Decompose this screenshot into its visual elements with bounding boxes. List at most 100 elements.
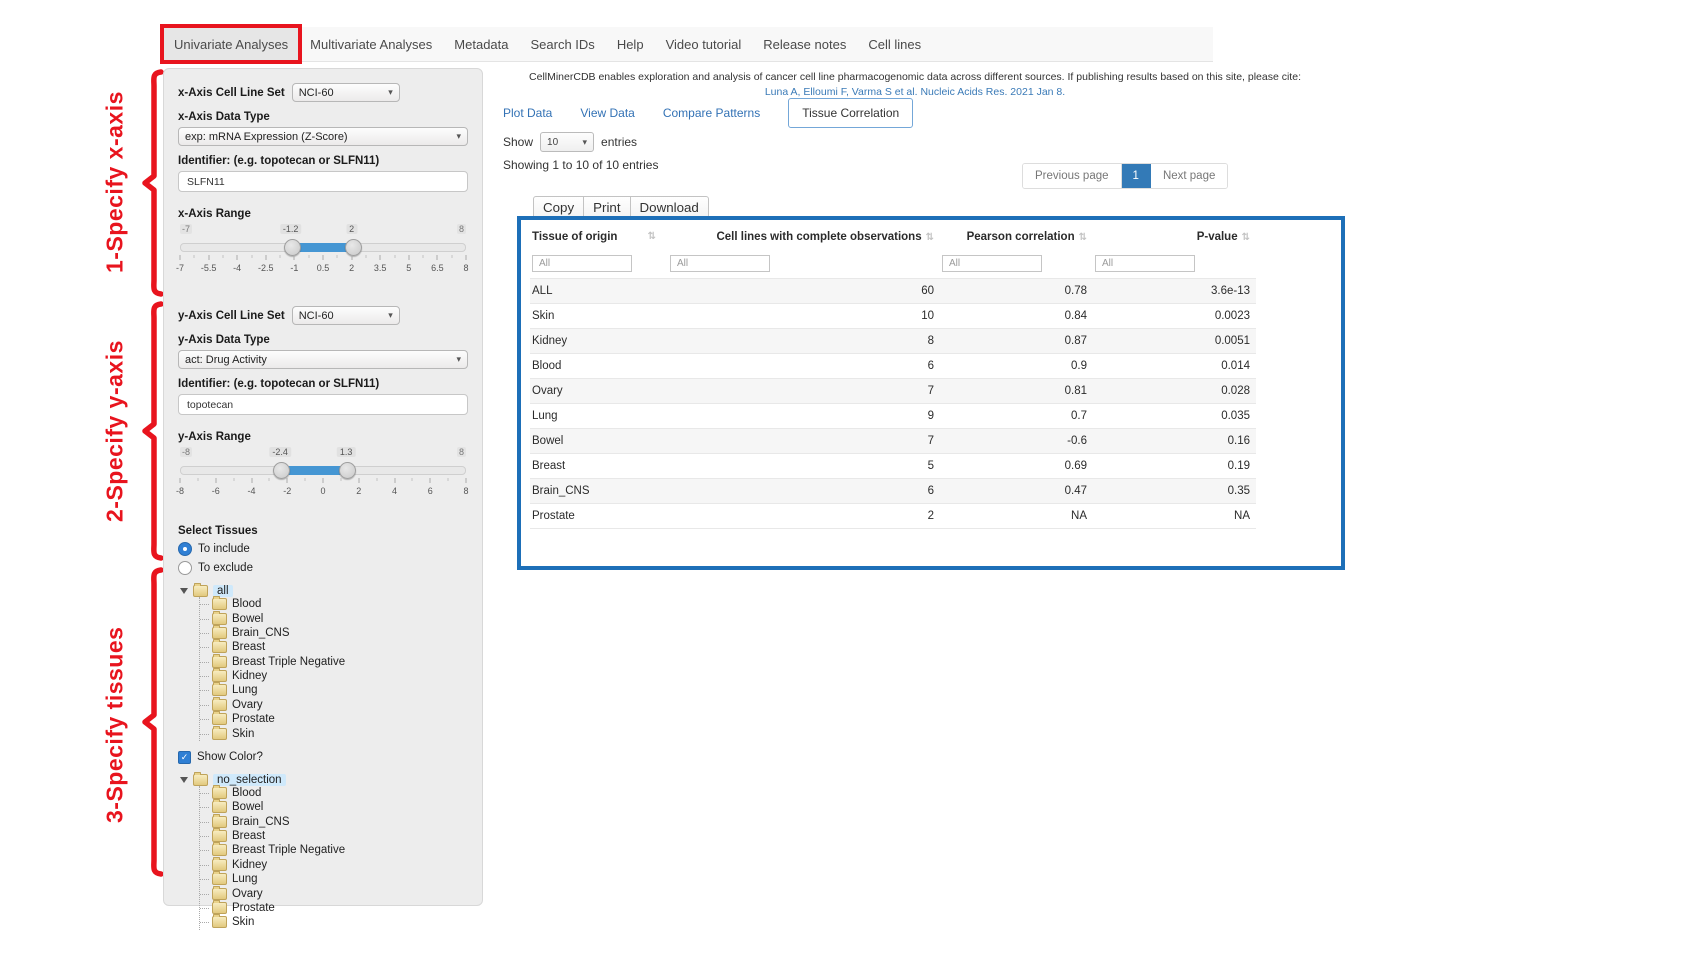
tab-plot-data[interactable]: Plot Data bbox=[503, 106, 552, 120]
cell-tissue-of-origin: Lung bbox=[530, 404, 668, 429]
show-entries-suffix: entries bbox=[601, 135, 637, 149]
tree-item-skin[interactable]: Skin bbox=[200, 726, 468, 740]
filter-input-p-value[interactable] bbox=[1095, 255, 1195, 272]
cell-pearson-correlation: NA bbox=[940, 504, 1093, 529]
table-row-brain-cns[interactable]: Brain_CNS60.470.35 bbox=[530, 479, 1256, 504]
filter-input-cell-lines-with-complete-observations[interactable] bbox=[670, 255, 770, 272]
radio-to-include-label: To include bbox=[198, 543, 250, 555]
radio-to-exclude[interactable]: To exclude bbox=[178, 561, 468, 575]
show-color-checkbox[interactable]: ✓ Show Color? bbox=[178, 751, 468, 764]
sort-icon[interactable]: ⇅ bbox=[1079, 232, 1087, 243]
tree-item-bowel[interactable]: Bowel bbox=[200, 800, 468, 814]
table-row-kidney[interactable]: Kidney80.870.0051 bbox=[530, 329, 1256, 354]
folder-icon bbox=[212, 613, 227, 625]
tree-item-lung[interactable]: Lung bbox=[200, 683, 468, 697]
table-row-breast[interactable]: Breast50.690.19 bbox=[530, 454, 1256, 479]
nav-tab-help[interactable]: Help bbox=[606, 27, 655, 61]
table-row-prostate[interactable]: Prostate2NANA bbox=[530, 504, 1256, 529]
tree-item-breast[interactable]: Breast bbox=[200, 640, 468, 654]
tab-compare-patterns[interactable]: Compare Patterns bbox=[663, 106, 760, 120]
tree-item-ovary[interactable]: Ovary bbox=[200, 698, 468, 712]
nav-tab-univariate-analyses[interactable]: Univariate Analyses bbox=[163, 27, 299, 61]
nav-tab-release-notes[interactable]: Release notes bbox=[752, 27, 857, 61]
cell-pearson-correlation: 0.81 bbox=[940, 379, 1093, 404]
tree-item-blood[interactable]: Blood bbox=[200, 597, 468, 611]
y-data-type-select[interactable]: act: Drug Activity ▾ bbox=[178, 350, 468, 369]
tree-item-lung[interactable]: Lung bbox=[200, 872, 468, 886]
tree-item-ovary[interactable]: Ovary bbox=[200, 886, 468, 900]
tree-item-brain-cns[interactable]: Brain_CNS bbox=[200, 815, 468, 829]
cell-tissue-of-origin: Skin bbox=[530, 304, 668, 329]
filter-input-tissue-of-origin[interactable] bbox=[532, 255, 632, 272]
slider-tick-label: -2.5 bbox=[258, 263, 274, 273]
table-row-skin[interactable]: Skin100.840.0023 bbox=[530, 304, 1256, 329]
tab-tissue-correlation[interactable]: Tissue Correlation bbox=[788, 98, 913, 128]
tree-item-breast-triple-negative[interactable]: Breast Triple Negative bbox=[200, 655, 468, 669]
tree-item-skin[interactable]: Skin bbox=[200, 915, 468, 929]
filter-input-pearson-correlation[interactable] bbox=[942, 255, 1042, 272]
annotation-specify-x-axis: 1-Specify x-axis bbox=[98, 75, 132, 290]
slider-tick-label: 5 bbox=[406, 263, 411, 273]
x-data-type-select[interactable]: exp: mRNA Expression (Z-Score) ▾ bbox=[178, 127, 468, 146]
expander-icon[interactable] bbox=[180, 777, 188, 783]
x-range-max-label: 8 bbox=[457, 224, 466, 234]
pagination: Previous page 1 Next page bbox=[1022, 163, 1228, 189]
next-page-button[interactable]: Next page bbox=[1151, 164, 1227, 188]
annotation-specify-tissues: 3-Specify tissues bbox=[98, 600, 132, 850]
x-range-slider[interactable]: -7 8 -1.2 2 -7-5.5-4-2.5-10.523.556.58 bbox=[180, 224, 466, 282]
tree-item-label: Kidney bbox=[232, 859, 267, 871]
tree-item-kidney[interactable]: Kidney bbox=[200, 669, 468, 683]
cell-p-value: NA bbox=[1093, 504, 1256, 529]
y-identifier-input[interactable] bbox=[178, 394, 468, 415]
tree-item-label: Breast bbox=[232, 830, 265, 842]
tab-view-data[interactable]: View Data bbox=[580, 106, 634, 120]
nav-tab-video-tutorial[interactable]: Video tutorial bbox=[655, 27, 753, 61]
table-row-all[interactable]: ALL600.783.6e-13 bbox=[530, 279, 1256, 304]
sort-icon[interactable]: ⇅ bbox=[648, 231, 656, 242]
tree-item-prostate[interactable]: Prostate bbox=[200, 901, 468, 915]
cell-pearson-correlation: 0.9 bbox=[940, 354, 1093, 379]
tree-item-bowel[interactable]: Bowel bbox=[200, 611, 468, 625]
entries-count-select[interactable]: 10 ▾ bbox=[540, 132, 594, 152]
cell-tissue-of-origin: Blood bbox=[530, 354, 668, 379]
x-cell-line-set-select[interactable]: NCI-60 ▾ bbox=[292, 83, 400, 102]
sort-icon[interactable]: ⇅ bbox=[926, 232, 934, 243]
view-tabs: Plot Data View Data Compare Patterns Tissue… bbox=[503, 98, 913, 128]
nav-tab-cell-lines[interactable]: Cell lines bbox=[857, 27, 932, 61]
y-data-type-label: y-Axis Data Type bbox=[178, 334, 468, 346]
tree-item-blood[interactable]: Blood bbox=[200, 786, 468, 800]
x-identifier-input[interactable] bbox=[178, 171, 468, 192]
folder-icon bbox=[212, 670, 227, 682]
slider-tick-label: -5.5 bbox=[201, 263, 217, 273]
tree-item-breast-triple-negative[interactable]: Breast Triple Negative bbox=[200, 843, 468, 857]
cell-cell-lines-with-complete-observations: 5 bbox=[668, 454, 940, 479]
tree-item-kidney[interactable]: Kidney bbox=[200, 858, 468, 872]
column-header-p-value[interactable]: P-value⇅ bbox=[1093, 224, 1256, 249]
tree-item-prostate[interactable]: Prostate bbox=[200, 712, 468, 726]
page-1-button[interactable]: 1 bbox=[1122, 164, 1151, 188]
y-range-slider[interactable]: -8 8 -2.4 1.3 -8-6-4-202468 bbox=[180, 447, 466, 505]
y-identifier-label: Identifier: (e.g. topotecan or SLFN11) bbox=[178, 378, 468, 390]
nav-tab-metadata[interactable]: Metadata bbox=[443, 27, 519, 61]
sort-icon[interactable]: ⇅ bbox=[1242, 232, 1250, 243]
nav-tab-search-ids[interactable]: Search IDs bbox=[520, 27, 606, 61]
table-row-bowel[interactable]: Bowel7-0.60.16 bbox=[530, 429, 1256, 454]
previous-page-button[interactable]: Previous page bbox=[1023, 164, 1122, 188]
table-row-blood[interactable]: Blood60.90.014 bbox=[530, 354, 1256, 379]
tree-item-breast[interactable]: Breast bbox=[200, 829, 468, 843]
column-header-pearson-correlation[interactable]: Pearson correlation⇅ bbox=[940, 224, 1093, 249]
citation-link[interactable]: Luna A, Elloumi F, Varma S et al. Nuclei… bbox=[500, 86, 1330, 98]
tree-root-all[interactable]: all bbox=[180, 585, 468, 597]
column-header-tissue-of-origin[interactable]: Tissue of origin⇅ bbox=[530, 224, 668, 249]
table-row-ovary[interactable]: Ovary70.810.028 bbox=[530, 379, 1256, 404]
expander-icon[interactable] bbox=[180, 588, 188, 594]
radio-to-include[interactable]: To include bbox=[178, 542, 468, 556]
table-row-lung[interactable]: Lung90.70.035 bbox=[530, 404, 1256, 429]
nav-tab-multivariate-analyses[interactable]: Multivariate Analyses bbox=[299, 27, 443, 61]
slider-ticks: -7-5.5-4-2.5-10.523.556.58 bbox=[180, 253, 466, 279]
y-cell-line-set-select[interactable]: NCI-60 ▾ bbox=[292, 306, 400, 325]
x-range-from-value: -1.2 bbox=[280, 224, 302, 234]
tree-item-brain-cns[interactable]: Brain_CNS bbox=[200, 626, 468, 640]
column-header-cell-lines-with-complete-observations[interactable]: Cell lines with complete observations⇅ bbox=[668, 224, 940, 249]
tree-root-no-selection[interactable]: no_selection bbox=[180, 774, 468, 786]
